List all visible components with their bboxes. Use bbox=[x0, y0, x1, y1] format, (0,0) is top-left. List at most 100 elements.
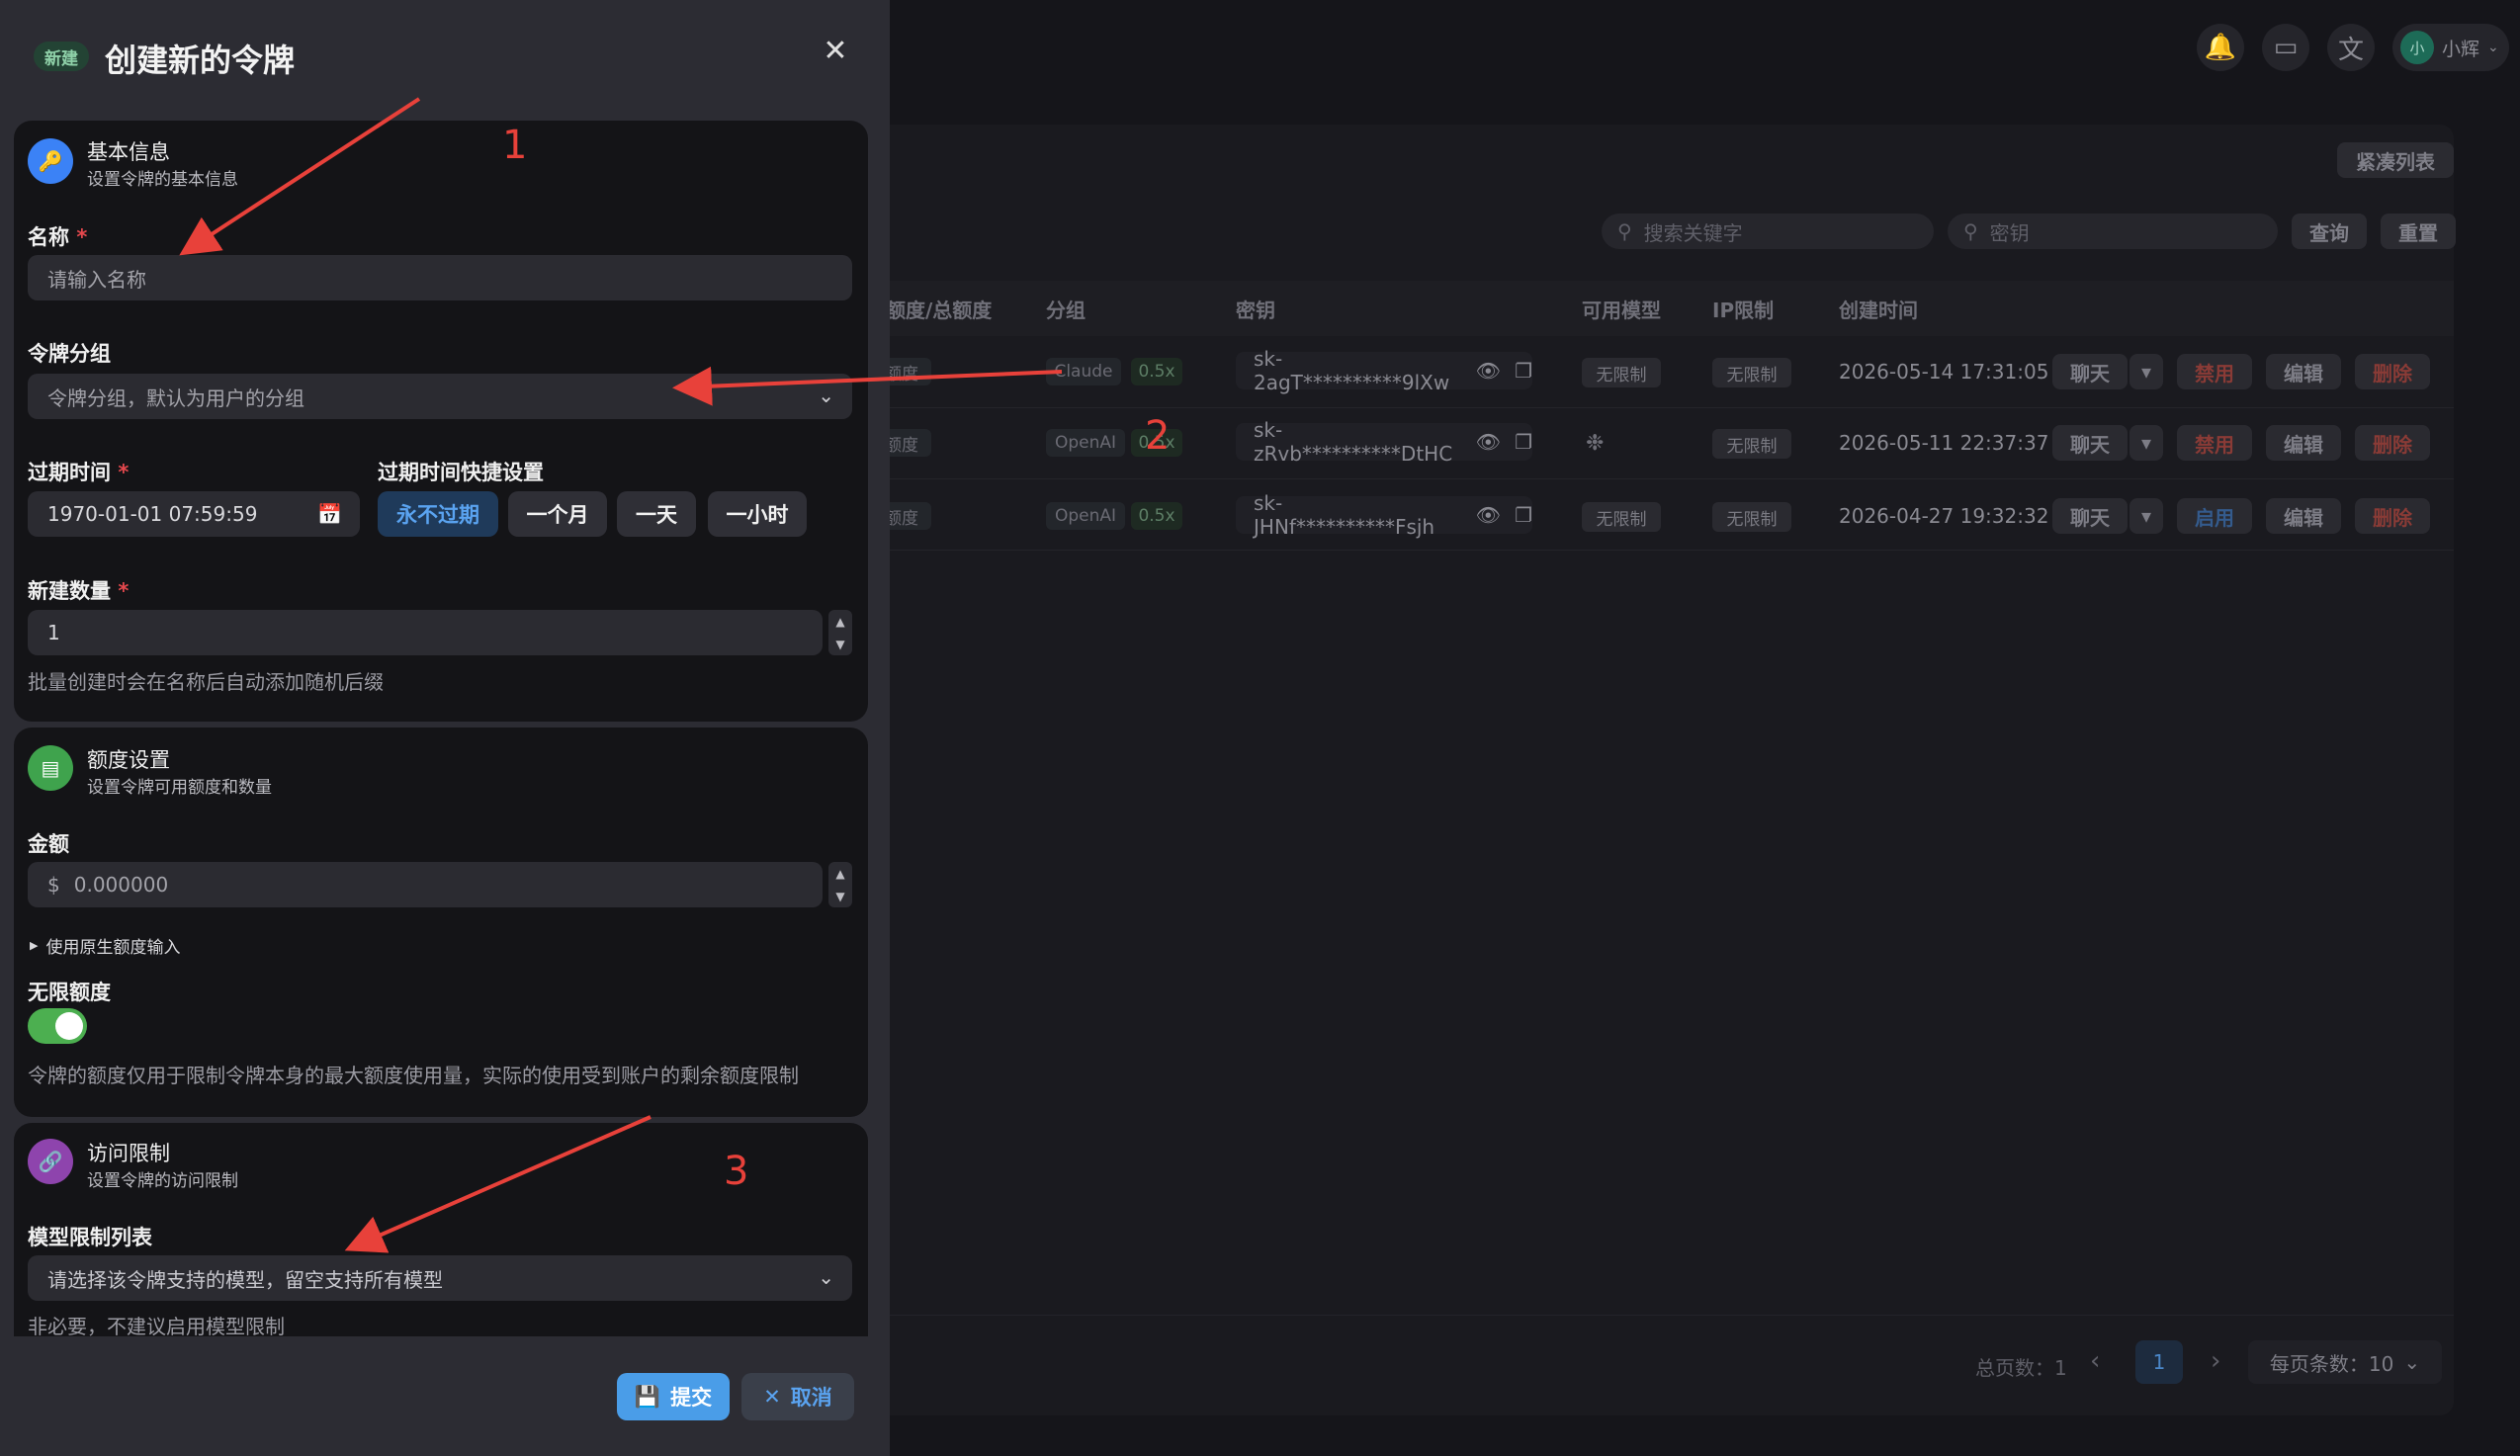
total-pages: 总页数：1 bbox=[1975, 1356, 2067, 1380]
copy-icon[interactable]: ❐ bbox=[1515, 503, 1532, 527]
group-tag: OpenAI bbox=[1046, 502, 1125, 530]
annotation-number-1: 1 bbox=[502, 123, 528, 168]
chevron-down-icon[interactable]: ▾ bbox=[2129, 425, 2163, 461]
col-models: 可用模型 bbox=[1582, 299, 1661, 322]
group-select[interactable]: 令牌分组，默认为用户的分组 ⌄ bbox=[28, 374, 852, 419]
unlimited-quota-toggle[interactable] bbox=[28, 1008, 87, 1044]
key-field: sk-2agT**********9lXw 👁 ❐ bbox=[1236, 347, 1532, 394]
section-subtitle: 设置令牌可用额度和数量 bbox=[87, 778, 272, 798]
ip-tag: 无限制 bbox=[1712, 358, 1791, 387]
search-icon: ⚲ bbox=[1617, 219, 1632, 243]
count-input[interactable]: 1 bbox=[28, 610, 823, 655]
multiplier-tag: 0.5x bbox=[1131, 502, 1182, 530]
delete-button[interactable]: 删除 bbox=[2355, 498, 2430, 534]
quick-expire-label: 过期时间快捷设置 bbox=[378, 461, 544, 484]
reset-button[interactable]: 重置 bbox=[2381, 214, 2456, 249]
one-hour-button[interactable]: 一小时 bbox=[708, 491, 807, 537]
link-icon: 🔗 bbox=[28, 1139, 73, 1184]
models-label: 模型限制列表 bbox=[28, 1226, 152, 1249]
eye-icon[interactable]: 👁 bbox=[1476, 503, 1501, 527]
page-1-button[interactable]: 1 bbox=[2135, 1340, 2183, 1384]
avatar: 小 bbox=[2400, 31, 2434, 64]
user-menu[interactable]: 小 小辉 ⌄ bbox=[2392, 24, 2509, 71]
close-icon[interactable]: ✕ bbox=[821, 34, 850, 68]
eye-icon[interactable]: 👁 bbox=[1476, 430, 1501, 454]
section-subtitle: 设置令牌的访问限制 bbox=[87, 1171, 238, 1191]
chevron-right-icon[interactable]: › bbox=[2211, 1346, 2220, 1376]
chevron-down-icon[interactable]: ▾ bbox=[2129, 354, 2163, 389]
expire-label: 过期时间 * bbox=[28, 461, 130, 484]
group-label: 令牌分组 bbox=[28, 342, 111, 366]
save-icon: 💾 bbox=[634, 1384, 661, 1409]
col-created: 创建时间 bbox=[1839, 299, 1918, 322]
caret-right-icon: ▶ bbox=[30, 939, 39, 952]
expire-date-input[interactable]: 1970-01-01 07:59:59 📅 bbox=[28, 491, 360, 537]
disable-button[interactable]: 禁用 bbox=[2177, 354, 2252, 389]
models-hint: 非必要，不建议启用模型限制 bbox=[28, 1315, 285, 1338]
chevron-down-icon[interactable]: ▾ bbox=[2129, 498, 2163, 534]
amount-input[interactable]: $ 0.000000 bbox=[28, 862, 823, 907]
amount-label: 金额 bbox=[28, 832, 69, 856]
chevron-down-icon: ⌄ bbox=[818, 384, 834, 407]
created-time: 2026-05-11 22:37:37 bbox=[1839, 431, 2049, 455]
page-title: 创建新的令牌 bbox=[105, 42, 296, 79]
section-title: 额度设置 bbox=[87, 748, 170, 772]
chat-button[interactable]: 聊天 bbox=[2052, 498, 2128, 534]
key-field: sk-zRvb**********DtHC 👁 ❐ bbox=[1236, 418, 1532, 466]
multiplier-tag: 0.5x bbox=[1131, 358, 1182, 385]
key-icon: 🔑 bbox=[28, 138, 73, 184]
monitor-icon[interactable]: ▭ bbox=[2262, 24, 2309, 71]
amount-stepper[interactable]: ▲ ▼ bbox=[828, 862, 852, 907]
bell-icon[interactable]: 🔔 bbox=[2197, 24, 2244, 71]
chevron-down-icon: ⌄ bbox=[2403, 1350, 2421, 1374]
quantity-stepper[interactable]: ▲ ▼ bbox=[828, 610, 852, 655]
search-icon: ⚲ bbox=[1963, 219, 1978, 243]
enable-button[interactable]: 启用 bbox=[2177, 498, 2252, 534]
name-input[interactable]: 请输入名称 bbox=[28, 255, 852, 300]
group-tag: OpenAI bbox=[1046, 429, 1125, 457]
unlimited-label: 无限额度 bbox=[28, 981, 111, 1004]
one-month-button[interactable]: 一个月 bbox=[508, 491, 607, 537]
models-select[interactable]: 请选择该令牌支持的模型，留空支持所有模型 ⌄ bbox=[28, 1255, 852, 1301]
models-tag: 无限制 bbox=[1582, 502, 1661, 532]
key-search-input[interactable]: ⚲ 密钥 bbox=[1948, 214, 2278, 249]
copy-icon[interactable]: ❐ bbox=[1515, 430, 1532, 454]
created-time: 2026-05-14 17:31:05 bbox=[1839, 360, 2049, 384]
edit-button[interactable]: 编辑 bbox=[2266, 354, 2341, 389]
chat-button[interactable]: 聊天 bbox=[2052, 425, 2128, 461]
section-subtitle: 设置令牌的基本信息 bbox=[87, 170, 238, 190]
delete-button[interactable]: 删除 bbox=[2355, 354, 2430, 389]
page-size-select[interactable]: 每页条数：10 ⌄ bbox=[2248, 1340, 2442, 1384]
count-hint: 批量创建时会在名称后自动添加随机后缀 bbox=[28, 670, 384, 694]
ip-tag: 无限制 bbox=[1712, 502, 1791, 532]
chevron-left-icon[interactable]: ‹ bbox=[2090, 1346, 2100, 1376]
disable-button[interactable]: 禁用 bbox=[2177, 425, 2252, 461]
group-tag: Claude bbox=[1046, 358, 1121, 385]
never-expire-button[interactable]: 永不过期 bbox=[378, 491, 498, 537]
col-key: 密钥 bbox=[1236, 299, 1275, 322]
chat-button[interactable]: 聊天 bbox=[2052, 354, 2128, 389]
key-field: sk-JHNf**********Fsjh 👁 ❐ bbox=[1236, 491, 1532, 539]
quota-hint: 令牌的额度仅用于限制令牌本身的最大额度使用量，实际的使用受到账户的剩余额度限制 bbox=[28, 1064, 799, 1087]
translate-icon[interactable]: 文 bbox=[2327, 24, 2375, 71]
edit-button[interactable]: 编辑 bbox=[2266, 425, 2341, 461]
table-header bbox=[870, 281, 2454, 336]
eye-icon[interactable]: 👁 bbox=[1476, 359, 1501, 383]
count-label: 新建数量 * bbox=[28, 579, 130, 603]
edit-button[interactable]: 编辑 bbox=[2266, 498, 2341, 534]
one-day-button[interactable]: 一天 bbox=[617, 491, 696, 537]
cancel-button[interactable]: ✕ 取消 bbox=[741, 1373, 854, 1420]
raw-quota-toggle[interactable]: ▶ 使用原生额度输入 bbox=[30, 933, 180, 958]
search-input[interactable]: ⚲ 搜索关键字 bbox=[1602, 214, 1934, 249]
section-title: 访问限制 bbox=[87, 1142, 170, 1165]
calendar-icon[interactable]: 📅 bbox=[317, 502, 342, 526]
col-group: 分组 bbox=[1046, 299, 1086, 322]
query-button[interactable]: 查询 bbox=[2292, 214, 2367, 249]
delete-button[interactable]: 删除 bbox=[2355, 425, 2430, 461]
copy-icon[interactable]: ❐ bbox=[1515, 359, 1532, 383]
compact-list-button[interactable]: 紧凑列表 bbox=[2337, 142, 2454, 178]
submit-button[interactable]: 💾 提交 bbox=[617, 1373, 730, 1420]
chevron-down-icon: ⌄ bbox=[2487, 40, 2499, 55]
chevron-down-icon: ⌄ bbox=[818, 1265, 834, 1289]
section-title: 基本信息 bbox=[87, 140, 170, 164]
